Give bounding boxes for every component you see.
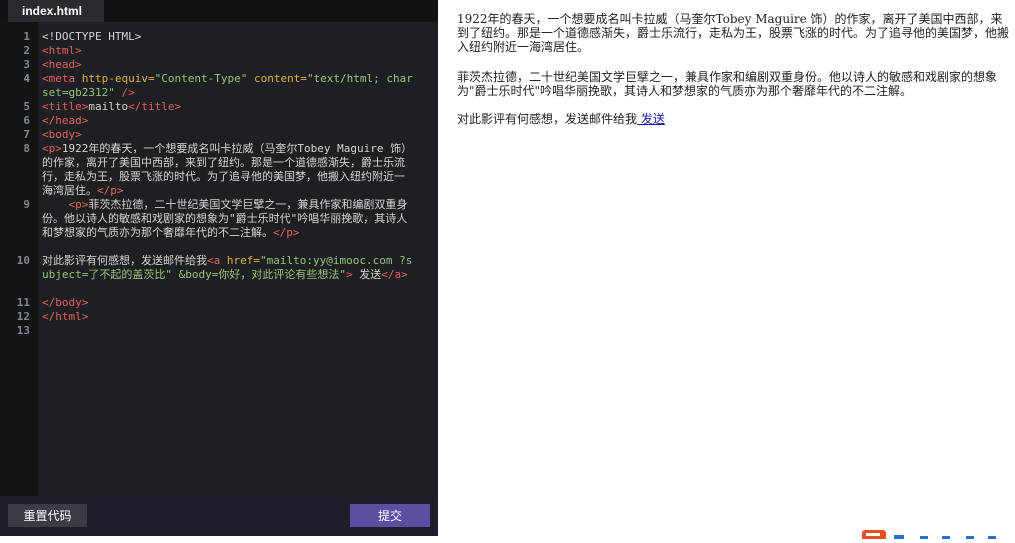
code-token: mailto bbox=[88, 100, 129, 113]
code-line[interactable]: <p>1922年的春天，一个想要成名叫卡拉威（马奎尔Tobey Maguire … bbox=[42, 142, 414, 198]
code-line[interactable]: </head> bbox=[42, 114, 414, 128]
line-number: 12 bbox=[16, 310, 30, 323]
line-number-gutter: 1 2 3 4 5 6 7 8 9 10 11 12 13 bbox=[0, 22, 38, 496]
line-number: 8 bbox=[23, 142, 30, 155]
code-token: <title> bbox=[42, 100, 89, 113]
line-number: 11 bbox=[16, 296, 30, 309]
preview-paragraph-1: 1922年的春天，一个想要成名叫卡拉威（马奎尔Tobey Maguire 饰）的… bbox=[457, 12, 1010, 54]
line-number: 13 bbox=[16, 324, 30, 337]
preview-paragraph-3: 对此影评有何感想，发送邮件给我 发送 bbox=[457, 112, 1009, 126]
code-token: </a> bbox=[381, 268, 408, 281]
code-line[interactable]: 对此影评有何感想，发送邮件给我<a href="mailto:yy@imooc.… bbox=[42, 254, 414, 282]
line-number: 1 bbox=[23, 30, 30, 43]
code-token: <a bbox=[207, 254, 227, 267]
code-line[interactable]: <title>mailto</title> bbox=[42, 100, 414, 114]
code-token: <head> bbox=[42, 58, 82, 71]
brand-logo-icon bbox=[862, 530, 996, 543]
code-token: /> bbox=[114, 86, 135, 99]
tab-index-html[interactable]: index.html bbox=[8, 0, 104, 22]
submit-button[interactable]: 提交 bbox=[350, 504, 430, 527]
code-token: </title> bbox=[128, 100, 182, 113]
code-token: 对此影评有何感想，发送邮件给我 bbox=[42, 254, 207, 267]
send-mail-link[interactable]: 发送 bbox=[637, 112, 665, 126]
reset-code-button[interactable]: 重置代码 bbox=[8, 504, 87, 527]
code-token: </body> bbox=[42, 296, 89, 309]
line-number: 7 bbox=[23, 128, 30, 141]
code-line[interactable]: <html> bbox=[42, 44, 414, 58]
line-number: 4 bbox=[23, 72, 30, 85]
code-token: </p> bbox=[273, 226, 300, 239]
code-token: </head> bbox=[42, 114, 89, 127]
code-token: 菲茨杰拉德，二十世纪美国文学巨擘之一，兼具作家和编剧双重身份。他以诗人的敏感和戏… bbox=[42, 198, 408, 239]
code-line[interactable]: <!DOCTYPE HTML> bbox=[42, 30, 414, 44]
code-line[interactable]: <body> bbox=[42, 128, 414, 142]
preview-paragraph-2: 菲茨杰拉德，二十世纪美国文学巨擘之一，兼具作家和编剧双重身份。他以诗人的敏感和戏… bbox=[457, 70, 998, 98]
code-line[interactable]: <head> bbox=[42, 58, 414, 72]
code-line[interactable]: <p>菲茨杰拉德，二十世纪美国文学巨擘之一，兼具作家和编剧双重身份。他以诗人的敏… bbox=[42, 198, 414, 240]
line-number: 6 bbox=[23, 114, 30, 127]
code-token: <body> bbox=[42, 128, 82, 141]
preview-panel: 1922年的春天，一个想要成名叫卡拉威（马奎尔Tobey Maguire 饰）的… bbox=[438, 0, 1015, 536]
code-token: "Content-Type" bbox=[154, 72, 248, 85]
brand-logo-widget bbox=[862, 524, 1015, 543]
code-token: <p> bbox=[42, 142, 62, 155]
line-number: 9 bbox=[23, 198, 30, 211]
code-token: http-equiv= bbox=[81, 72, 155, 85]
code-token: </p> bbox=[97, 184, 124, 197]
code-token: </html> bbox=[42, 310, 89, 323]
code-token: 发送 bbox=[352, 268, 382, 281]
code-line[interactable]: <meta http-equiv="Content-Type" content=… bbox=[42, 72, 414, 100]
line-number: 2 bbox=[23, 44, 30, 57]
code-line[interactable]: </body> bbox=[42, 296, 414, 310]
code-token: > bbox=[345, 268, 353, 281]
line-number: 10 bbox=[16, 254, 30, 267]
code-token: <p> bbox=[68, 198, 89, 211]
editor-tab-bar: index.html bbox=[0, 0, 438, 22]
code-token: content= bbox=[247, 72, 307, 85]
line-number: 3 bbox=[23, 58, 30, 71]
editor-footer: 重置代码 提交 bbox=[0, 496, 438, 536]
code-line[interactable]: </html> bbox=[42, 310, 414, 324]
line-number: 5 bbox=[23, 100, 30, 113]
preview-mail-text: 对此影评有何感想，发送邮件给我 bbox=[457, 112, 638, 126]
code-editor-panel: index.html 1 2 3 4 5 6 7 8 9 10 11 12 13 <!DOCTYPE H… bbox=[0, 0, 438, 536]
code-token: <html> bbox=[42, 44, 82, 57]
code-area[interactable]: <!DOCTYPE HTML> <html> <head> <meta http-eq… bbox=[38, 22, 438, 496]
code-token: <!DOCTYPE HTML> bbox=[42, 30, 142, 43]
code-token: <meta bbox=[42, 72, 82, 85]
code-token: href= bbox=[226, 254, 260, 267]
